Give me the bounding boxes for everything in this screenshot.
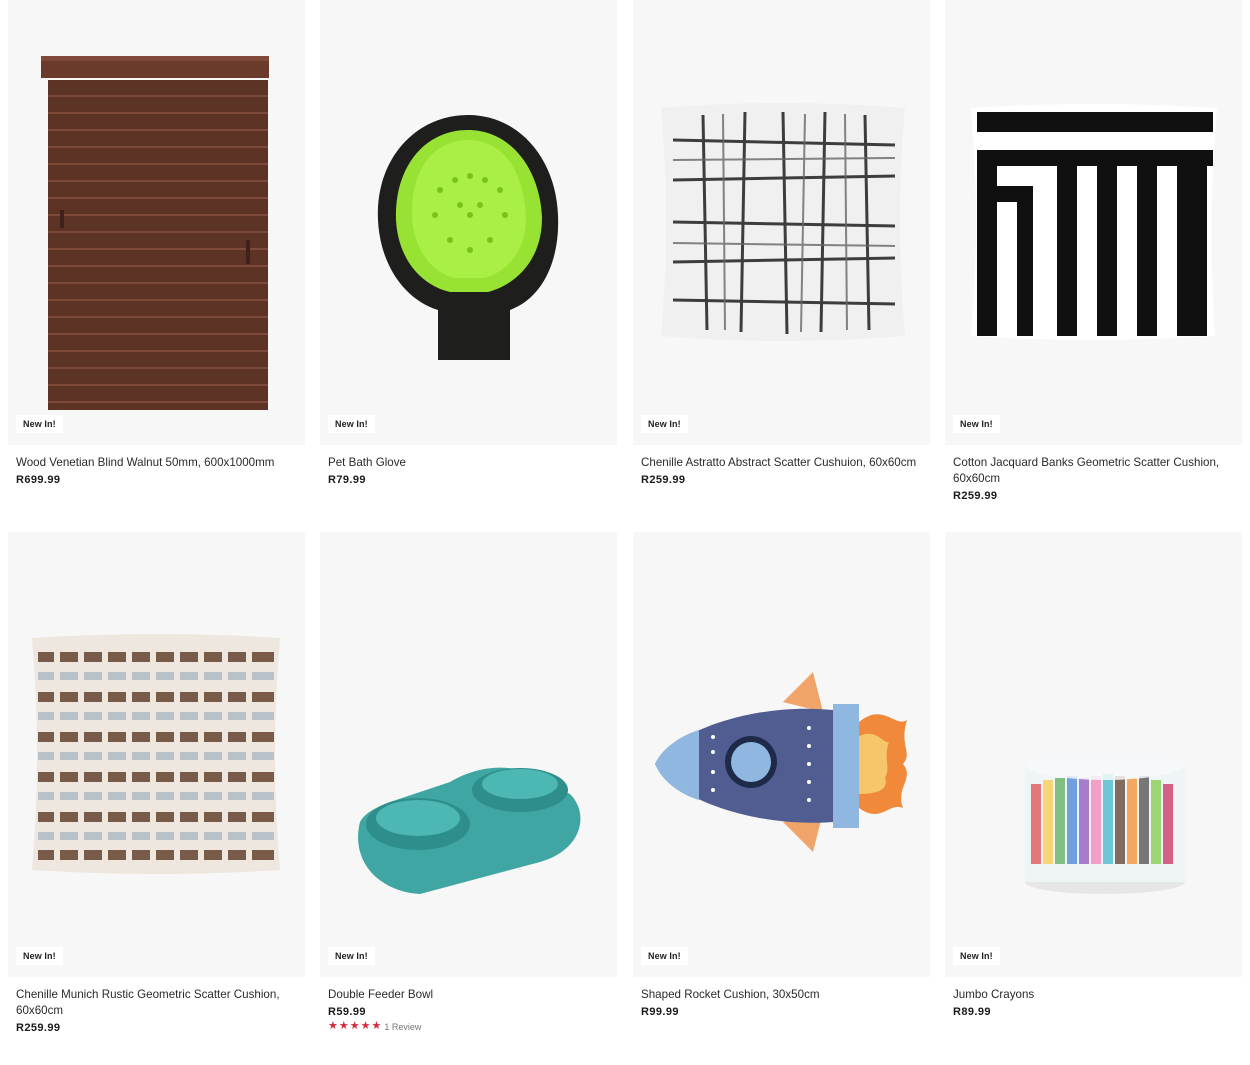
product-title[interactable]: Wood Venetian Blind Walnut 50mm, 600x100…: [16, 455, 297, 471]
product-image[interactable]: New In!: [633, 0, 930, 445]
new-in-badge: New In!: [953, 415, 1000, 433]
product-card[interactable]: New In! Pet Bath Glove R79.99: [320, 0, 617, 486]
product-card[interactable]: New In! Shaped Rocket Cushion, 30x50cm R…: [633, 532, 930, 1018]
product-card[interactable]: New In! Wood Venetian Blind Walnut 50mm,…: [8, 0, 305, 486]
product-card[interactable]: New In! Cotton Jacquard Banks Geometric …: [945, 0, 1242, 502]
product-title[interactable]: Chenille Astratto Abstract Scatter Cushu…: [641, 455, 922, 471]
new-in-badge: New In!: [328, 415, 375, 433]
product-price: R89.99: [953, 1006, 991, 1018]
crayons-image: [1025, 748, 1185, 894]
product-card[interactable]: New In! Jumbo Crayons R89.99: [945, 532, 1242, 1018]
geometric-cushion-image: [971, 104, 1217, 340]
product-image[interactable]: New In!: [8, 0, 305, 445]
new-in-badge: New In!: [641, 947, 688, 965]
product-price: R259.99: [16, 1022, 61, 1034]
bath-glove-image: [377, 115, 559, 360]
star-icon: ★: [349, 1020, 360, 1032]
star-icon: ★: [371, 1020, 382, 1032]
product-rating[interactable]: ★ ★ ★ ★ ★ 1 Review: [328, 1021, 609, 1032]
product-title[interactable]: Jumbo Crayons: [953, 987, 1234, 1003]
product-title[interactable]: Chenille Munich Rustic Geometric Scatter…: [16, 987, 297, 1019]
star-icon: ★: [328, 1020, 338, 1032]
product-image[interactable]: New In!: [320, 532, 617, 977]
product-grid: New In! Wood Venetian Blind Walnut 50mm,…: [0, 0, 1250, 1065]
product-title[interactable]: Shaped Rocket Cushion, 30x50cm: [641, 987, 922, 1003]
star-icon: ★: [338, 1020, 349, 1032]
product-card[interactable]: New In! Chenille Astratto Abstract Scatt…: [633, 0, 930, 486]
star-icon: ★: [360, 1020, 371, 1032]
product-price: R259.99: [953, 490, 998, 502]
product-title[interactable]: Double Feeder Bowl: [328, 987, 609, 1003]
product-price: R259.99: [641, 474, 686, 486]
abstract-cushion-image: [661, 103, 905, 341]
product-image[interactable]: New In!: [320, 0, 617, 445]
new-in-badge: New In!: [953, 947, 1000, 965]
review-count[interactable]: 1 Review: [384, 1022, 421, 1032]
product-image[interactable]: New In!: [8, 532, 305, 977]
product-card[interactable]: New In! Chenille Munich Rustic Geometric…: [8, 532, 305, 1034]
product-price: R79.99: [328, 474, 366, 486]
product-image[interactable]: New In!: [945, 532, 1242, 977]
rustic-cushion-image: [32, 634, 280, 874]
product-price: R59.99: [328, 1006, 366, 1018]
feeder-bowl-image: [358, 767, 581, 894]
product-price: R699.99: [16, 474, 61, 486]
product-price: R99.99: [641, 1006, 679, 1018]
new-in-badge: New In!: [16, 947, 63, 965]
product-title[interactable]: Pet Bath Glove: [328, 455, 609, 471]
product-title[interactable]: Cotton Jacquard Banks Geometric Scatter …: [953, 455, 1234, 487]
venetian-blind-image: [41, 56, 269, 410]
product-image[interactable]: New In!: [945, 0, 1242, 445]
product-image[interactable]: New In!: [633, 532, 930, 977]
rocket-cushion-image: [655, 672, 907, 852]
new-in-badge: New In!: [641, 415, 688, 433]
product-card[interactable]: New In! Double Feeder Bowl R59.99 ★ ★ ★ …: [320, 532, 617, 1032]
new-in-badge: New In!: [16, 415, 63, 433]
new-in-badge: New In!: [328, 947, 375, 965]
